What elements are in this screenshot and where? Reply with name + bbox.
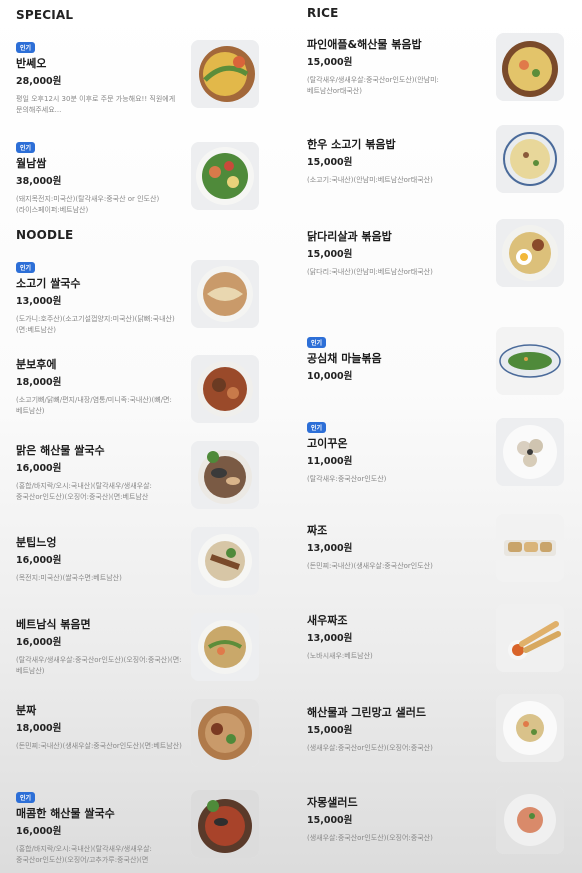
- item-desc: (돼지목전지:미국산)(탈각새우:중국산 or 인도산)(라이스페이퍼:베트남산…: [16, 195, 160, 214]
- food-photo[interactable]: [496, 418, 564, 486]
- item-desc: 평일 오후12시 30분 이후로 주문 가능해요!! 직원에게 문의해주세요..…: [16, 95, 176, 114]
- popular-badge: 인기: [16, 262, 36, 273]
- food-photo[interactable]: [191, 527, 259, 595]
- item-desc: (홍합/바지락/오시:국내산)(탈각새우/생새우살:중국산or인도산)(오징어/…: [16, 845, 152, 864]
- item-desc: (도가니:호주산)(소고기설껍양지:미국산)(닭뼈:국내산)(면:베트남산): [16, 315, 175, 334]
- food-photo[interactable]: [191, 613, 259, 681]
- item-desc: (소고기:국내산)(안남미:베트남산or태국산): [307, 176, 433, 184]
- popular-badge: 인기: [16, 42, 36, 53]
- item-desc: (목전지:미국산)(쌀국수면:베트남산): [16, 574, 122, 582]
- food-photo[interactable]: [191, 142, 259, 210]
- item-desc: (닭다리:국내산)(안남미:베트남산or태국산): [307, 268, 433, 276]
- section-title-noodle: NOODLE: [16, 228, 74, 242]
- food-photo[interactable]: [496, 514, 564, 582]
- item-desc: (소고기뼈/닭뼈/편지/내장/염통/미니족:국내산)(뼈/면:베트남산): [16, 396, 172, 415]
- section-title-special: SPECIAL: [16, 8, 74, 22]
- food-photo[interactable]: [496, 125, 564, 193]
- popular-badge: 인기: [307, 422, 327, 433]
- food-photo[interactable]: [191, 441, 259, 509]
- food-photo[interactable]: [191, 260, 259, 328]
- food-photo[interactable]: [496, 33, 564, 101]
- item-desc: (생새우살:중국산or인도산)(오징어:중국산): [307, 834, 433, 842]
- item-desc: (탈각새우/생새우살:중국산or인도산)(오징어:중국산)(면:베트남산): [16, 656, 182, 675]
- item-desc: (탈각새우:중국산or인도산): [307, 475, 387, 483]
- item-desc: (탈각새우/생새우살:중국산or인도산)(안남미:베트남산or태국산): [307, 76, 439, 95]
- food-photo[interactable]: [191, 40, 259, 108]
- food-photo[interactable]: [496, 327, 564, 395]
- food-photo[interactable]: [496, 219, 564, 287]
- food-photo[interactable]: [191, 699, 259, 767]
- food-photo[interactable]: [496, 604, 564, 672]
- item-desc: (홍합/바지락/오시:국내산)(탈각새우/생새우살:중국산or인도산)(오징어:…: [16, 482, 152, 501]
- item-desc: (생새우살:중국산or인도산)(오징어:중국산): [307, 744, 433, 752]
- food-photo[interactable]: [191, 355, 259, 423]
- food-photo[interactable]: [496, 786, 564, 854]
- item-desc: (돈민찌:국내산)(생새우살:중국산or인도산)(면:베트남산): [16, 742, 182, 750]
- item-desc: (돈민찌:국내산)(생새우살:중국산or인도산): [307, 562, 433, 570]
- item-desc: (노바시새우:베트남산): [307, 652, 373, 660]
- popular-badge: 인기: [307, 337, 327, 348]
- food-photo[interactable]: [191, 790, 259, 858]
- popular-badge: 인기: [16, 142, 36, 153]
- popular-badge: 인기: [16, 792, 36, 803]
- section-title-rice: RICE: [307, 6, 339, 20]
- food-photo[interactable]: [496, 694, 564, 762]
